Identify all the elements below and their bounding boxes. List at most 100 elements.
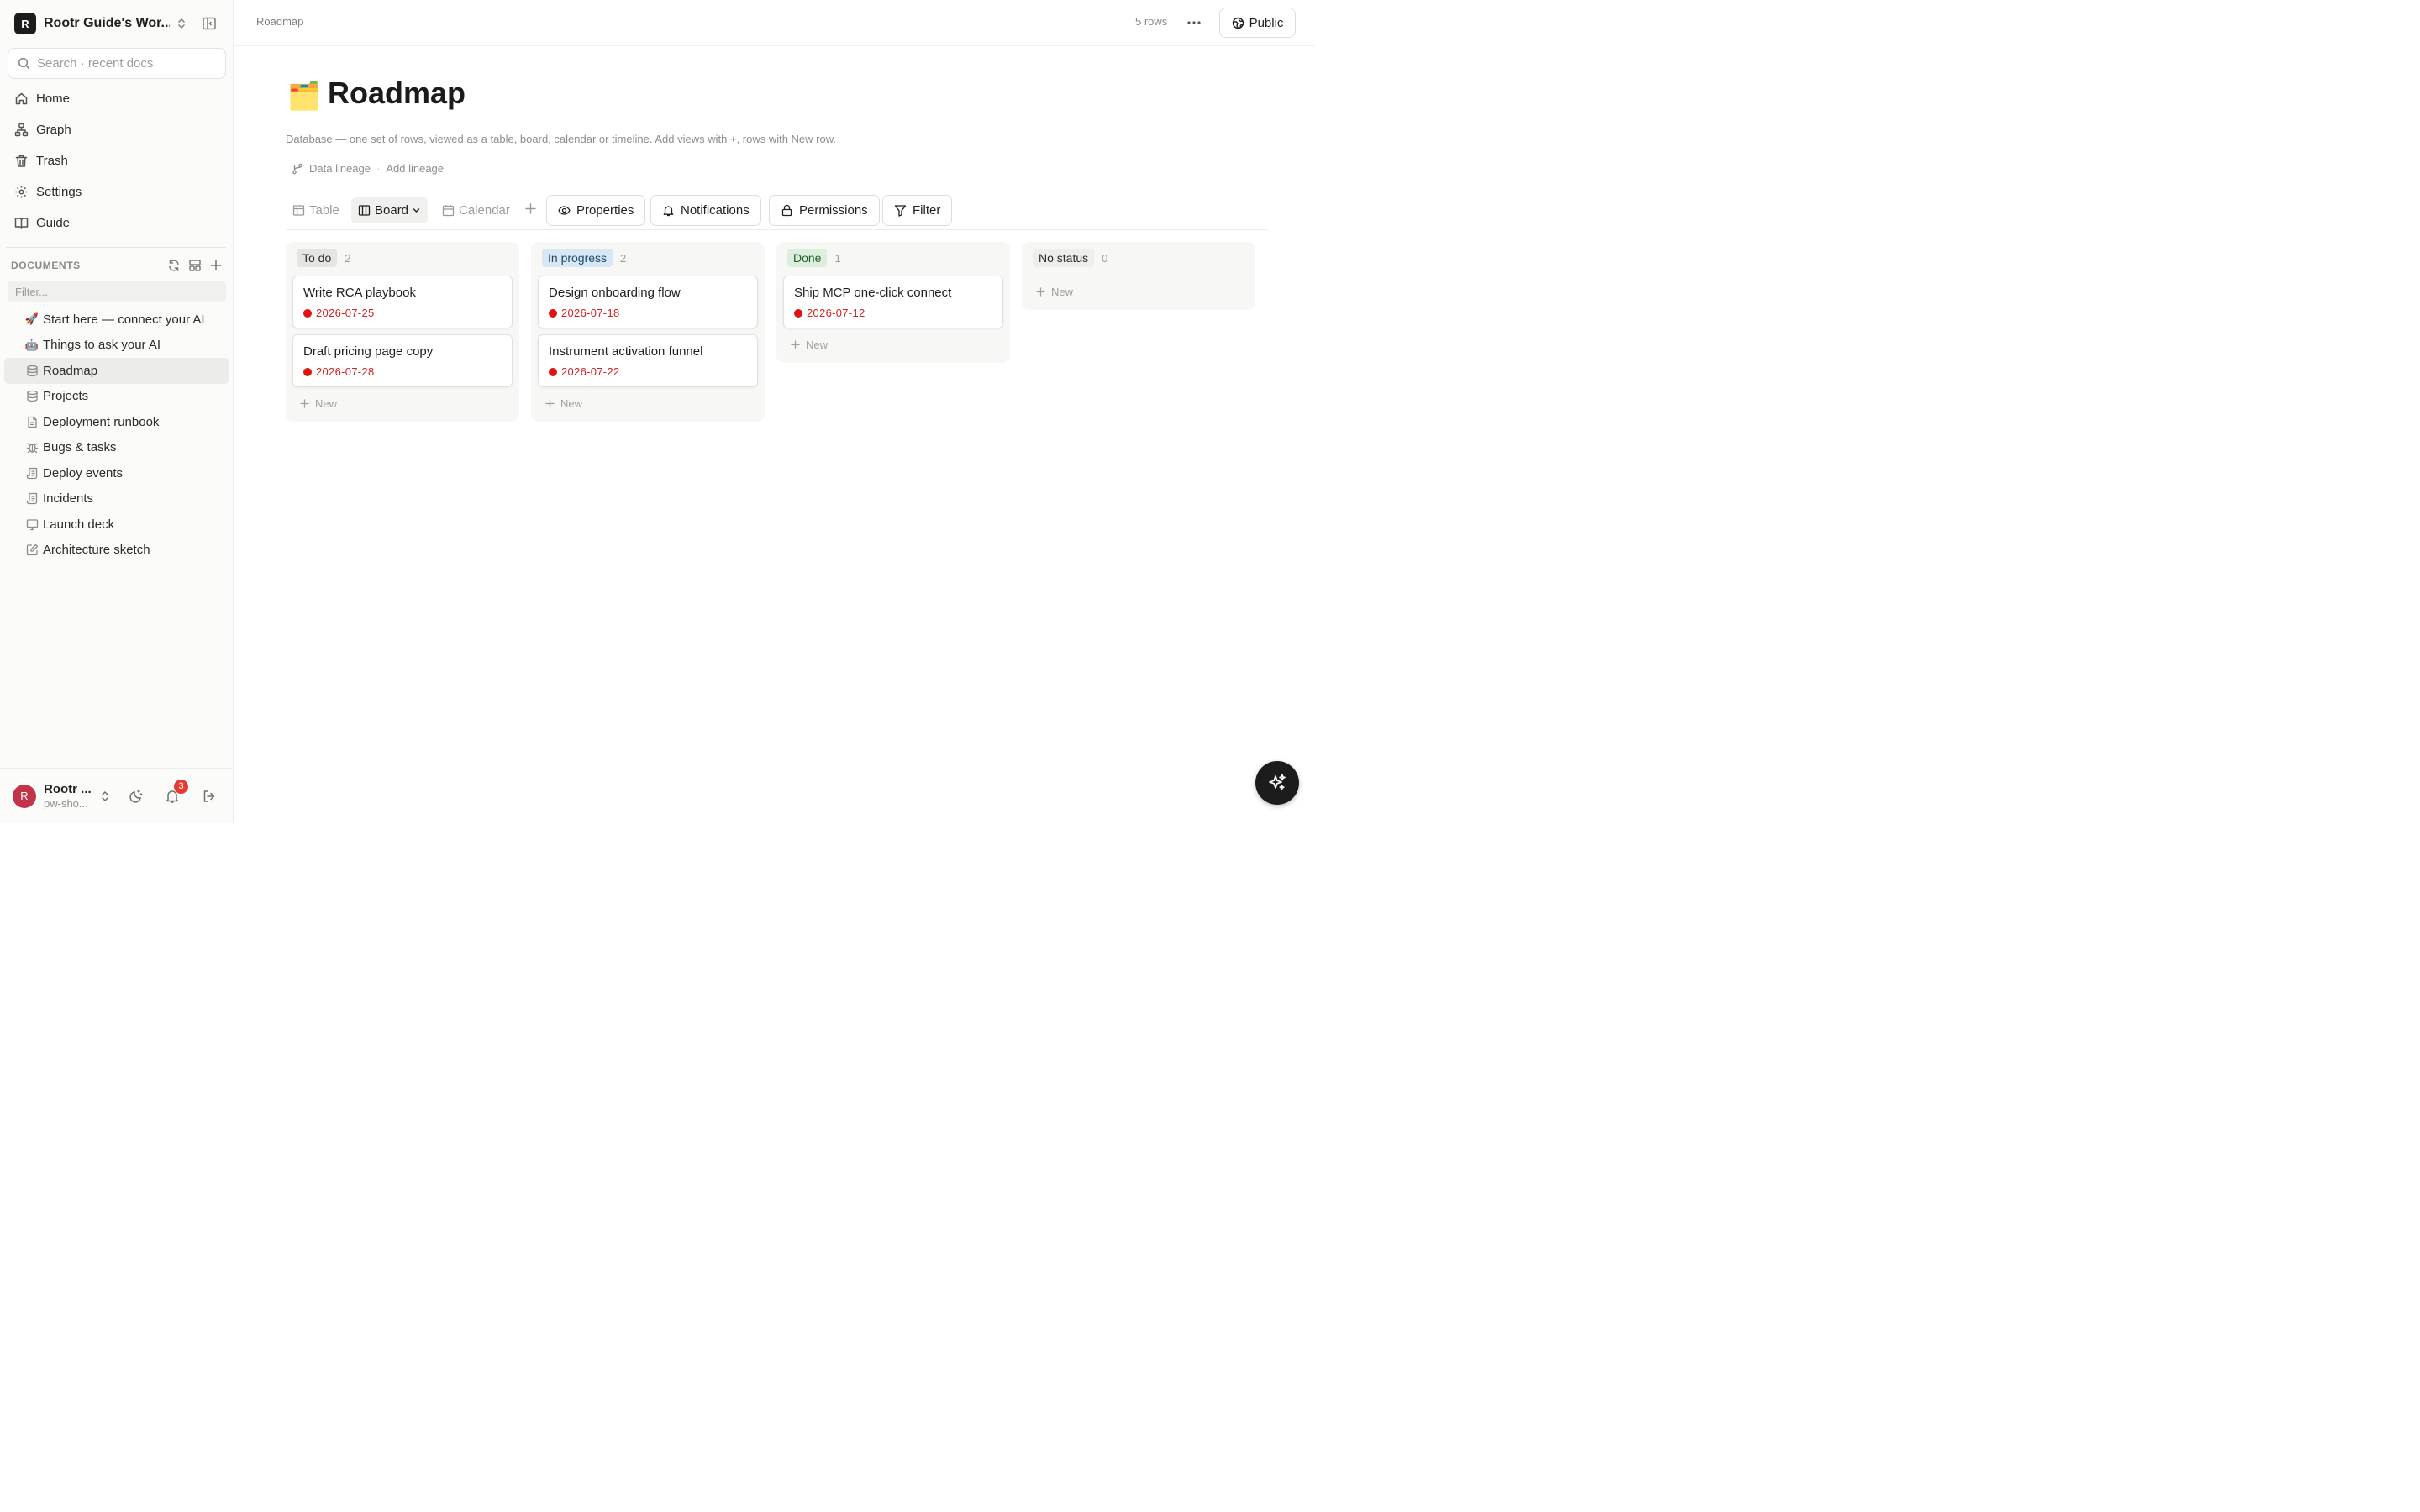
column-header[interactable]: In progress 2 bbox=[542, 249, 626, 267]
new-card-button[interactable]: New bbox=[545, 394, 582, 412]
template-icon[interactable] bbox=[188, 259, 202, 272]
user-meta[interactable]: Rootr ... pw-sho... bbox=[44, 782, 92, 810]
doc-projects[interactable]: Projects bbox=[4, 384, 229, 410]
log-icon bbox=[25, 492, 39, 506]
theme-toggle-icon[interactable] bbox=[129, 789, 144, 804]
globe-icon bbox=[1232, 17, 1244, 29]
public-share-button[interactable]: Public bbox=[1219, 8, 1296, 38]
chevron-up-down-icon[interactable] bbox=[100, 790, 110, 803]
doc-architecture-sketch[interactable]: Architecture sketch bbox=[4, 538, 229, 564]
new-card-button[interactable]: New bbox=[1036, 282, 1073, 301]
chevron-up-down-icon bbox=[176, 17, 187, 30]
lineage-branch-icon bbox=[292, 163, 303, 175]
overdue-dot-icon bbox=[303, 308, 312, 318]
doc-bugs-tasks[interactable]: Bugs & tasks bbox=[4, 435, 229, 461]
doc-roadmap[interactable]: Roadmap bbox=[4, 358, 229, 384]
main-nav: Home Graph Trash Settings Guide bbox=[8, 83, 226, 239]
tab-calendar-label: Calendar bbox=[459, 203, 510, 218]
nav-trash[interactable]: Trash bbox=[8, 145, 226, 176]
workspace-badge: R bbox=[14, 13, 36, 34]
card-due-date: 2026-07-12 bbox=[794, 307, 865, 319]
trash-icon bbox=[15, 155, 28, 167]
doc-start-here[interactable]: 🚀 Start here — connect your AI bbox=[4, 307, 229, 333]
plus-icon bbox=[545, 398, 555, 408]
notifications-label: Notifications bbox=[681, 203, 750, 218]
column-header[interactable]: To do 2 bbox=[297, 249, 350, 267]
doc-label: Architecture sketch bbox=[43, 543, 150, 558]
workspace-switcher[interactable]: R Rootr Guide's Wor... bbox=[8, 9, 226, 38]
doc-label: Incidents bbox=[43, 491, 94, 507]
public-button-label: Public bbox=[1249, 15, 1284, 30]
tab-calendar[interactable]: Calendar bbox=[435, 197, 517, 223]
notifications-bell[interactable]: 3 bbox=[165, 779, 188, 804]
board-card[interactable]: Design onboarding flow 2026-07-18 bbox=[538, 276, 758, 328]
page-emoji-icon[interactable]: 🗂️ bbox=[287, 81, 321, 111]
tab-board[interactable]: Board bbox=[351, 197, 429, 223]
properties-button[interactable]: Properties bbox=[546, 195, 646, 226]
document-filter[interactable] bbox=[8, 281, 226, 302]
search-input[interactable] bbox=[37, 56, 213, 71]
add-view-button[interactable] bbox=[524, 202, 537, 215]
logout-icon[interactable] bbox=[202, 789, 217, 804]
card-title: Write RCA playbook bbox=[303, 286, 416, 300]
doc-deploy-events[interactable]: Deploy events bbox=[4, 460, 229, 486]
new-card-button[interactable]: New bbox=[791, 335, 828, 354]
board-card[interactable]: Write RCA playbook 2026-07-25 bbox=[292, 276, 513, 328]
column-header[interactable]: No status 0 bbox=[1033, 249, 1107, 267]
doc-deployment-runbook[interactable]: Deployment runbook bbox=[4, 409, 229, 435]
database-icon bbox=[25, 364, 39, 377]
add-lineage-link[interactable]: Add lineage bbox=[386, 162, 444, 175]
filter-button[interactable]: Filter bbox=[882, 195, 953, 226]
nav-settings[interactable]: Settings bbox=[8, 176, 226, 207]
board-column-todo: To do 2 Write RCA playbook 2026-07-25 Dr… bbox=[286, 242, 519, 422]
board-column-in-progress: In progress 2 Design onboarding flow 202… bbox=[531, 242, 765, 422]
board-card[interactable]: Instrument activation funnel 2026-07-22 bbox=[538, 334, 758, 387]
card-date-text: 2026-07-12 bbox=[807, 307, 865, 319]
card-date-text: 2026-07-22 bbox=[561, 365, 620, 378]
doc-label: Projects bbox=[43, 389, 89, 404]
board-card[interactable]: Draft pricing page copy 2026-07-28 bbox=[292, 334, 513, 387]
card-title: Design onboarding flow bbox=[549, 286, 681, 300]
nav-home[interactable]: Home bbox=[8, 83, 226, 114]
document-filter-input[interactable] bbox=[15, 285, 208, 298]
sparkle-icon bbox=[1269, 774, 1286, 790]
doc-label: Start here — connect your AI bbox=[43, 312, 205, 327]
permissions-button[interactable]: Permissions bbox=[769, 195, 880, 226]
sidebar-collapse-icon[interactable] bbox=[202, 16, 217, 31]
doc-incidents[interactable]: Incidents bbox=[4, 486, 229, 512]
add-document-icon[interactable] bbox=[209, 259, 223, 272]
board-card[interactable]: Ship MCP one-click connect 2026-07-12 bbox=[783, 276, 1003, 328]
documents-header: DOCUMENTS bbox=[11, 256, 223, 275]
bell-icon bbox=[663, 206, 674, 217]
refresh-icon[interactable] bbox=[167, 259, 181, 272]
avatar[interactable]: R bbox=[13, 784, 36, 808]
page-title[interactable]: Roadmap bbox=[328, 76, 466, 111]
new-card-button[interactable]: New bbox=[300, 394, 337, 412]
search-box[interactable] bbox=[8, 48, 226, 79]
permissions-label: Permissions bbox=[799, 203, 868, 218]
doc-launch-deck[interactable]: Launch deck bbox=[4, 512, 229, 538]
eye-icon bbox=[558, 206, 571, 215]
nav-guide[interactable]: Guide bbox=[8, 207, 226, 239]
card-due-date: 2026-07-25 bbox=[303, 307, 375, 319]
card-title: Draft pricing page copy bbox=[303, 344, 434, 359]
search-icon bbox=[18, 57, 30, 70]
lineage-bar: Data lineage · Add lineage bbox=[292, 162, 444, 175]
column-header[interactable]: Done 1 bbox=[787, 249, 841, 267]
card-date-text: 2026-07-25 bbox=[316, 307, 375, 319]
notifications-button[interactable]: Notifications bbox=[650, 195, 761, 226]
calendar-icon bbox=[442, 205, 455, 217]
doc-things-to-ask[interactable]: 🤖 Things to ask your AI bbox=[4, 333, 229, 359]
tab-table[interactable]: Table bbox=[286, 197, 346, 223]
data-lineage-label[interactable]: Data lineage bbox=[309, 162, 371, 175]
nav-graph[interactable]: Graph bbox=[8, 114, 226, 145]
ai-assistant-button[interactable] bbox=[1255, 761, 1299, 805]
breadcrumb[interactable]: Roadmap bbox=[256, 15, 303, 28]
doc-label: Bugs & tasks bbox=[43, 440, 117, 455]
view-bar: Table Board Calendar Properties Notifica… bbox=[286, 195, 1267, 230]
workspace-name: Rootr Guide's Wor... bbox=[44, 16, 170, 30]
column-count: 1 bbox=[834, 251, 841, 265]
more-options-button[interactable] bbox=[1182, 13, 1206, 33]
board-icon bbox=[358, 205, 371, 216]
nav-graph-label: Graph bbox=[36, 123, 71, 137]
